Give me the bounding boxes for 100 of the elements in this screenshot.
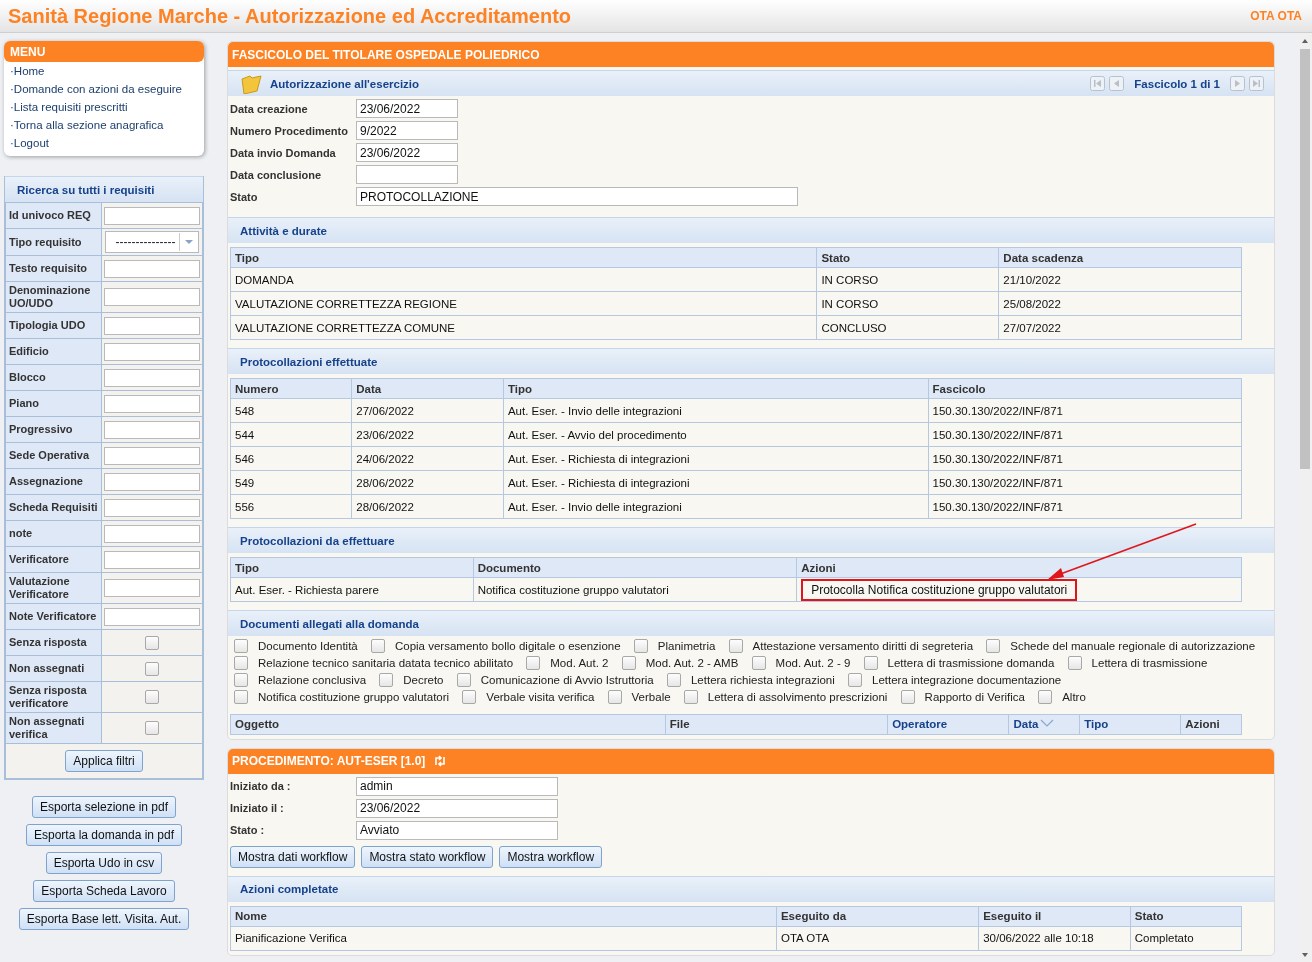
field-label: Iniziato il : [230,802,284,815]
filter-input[interactable] [104,420,200,439]
workflow-button[interactable]: Mostra stato workflow [361,845,494,868]
checkbox[interactable] [234,689,248,704]
checkbox[interactable] [234,672,248,687]
column-header[interactable]: Data [1008,714,1080,735]
filter-input[interactable] [104,472,200,491]
filter-label: Senza risposta [5,629,102,656]
checkbox[interactable] [526,655,541,670]
filter-input[interactable] [104,498,200,517]
table-cell: Pianificazione Verifica [230,926,777,951]
checkbox[interactable] [683,689,698,704]
checkbox[interactable] [145,690,159,704]
checkbox[interactable] [986,638,1001,653]
column-header: Numero [230,378,352,399]
workflow-button[interactable]: Mostra workflow [499,845,603,868]
filter-label: Id univoco REQ [5,202,102,229]
checkbox[interactable] [633,638,648,653]
export-button[interactable]: Esporta la domanda in pdf [25,824,183,846]
checkbox-label: Verbale visita verifica [486,690,595,703]
checkbox-label: Verbale [631,690,671,703]
filter-label: Valutazione Verificatore [5,572,102,604]
field-input[interactable]: 23/06/2022 [356,798,558,818]
table-cell: 24/06/2022 [351,446,504,471]
field-label: Data creazione [230,102,308,115]
checkbox[interactable] [145,721,159,735]
checkbox[interactable] [848,672,862,687]
field-input[interactable]: PROTOCOLLAZIONE [356,187,798,206]
table-cell: 28/06/2022 [351,470,504,495]
menu-link[interactable]: ·Domande con azioni da eseguire [4,80,204,98]
table-cell: Completato [1130,926,1242,951]
checkbox-label: Lettera integrazione documentazione [872,673,1062,686]
last-page-icon[interactable] [1249,76,1264,91]
column-header: Eseguito da [776,906,979,927]
checkbox[interactable] [863,655,878,670]
filter-input[interactable] [104,316,200,335]
checkbox[interactable] [1038,689,1053,704]
field-input[interactable]: 23/06/2022 [356,99,458,118]
checkbox[interactable] [234,638,248,653]
filter-input[interactable] [104,579,200,597]
export-button[interactable]: Esporta Udo in csv [45,852,163,874]
checkbox[interactable] [607,689,622,704]
filter-input[interactable] [104,368,200,387]
filter-input[interactable] [104,206,200,225]
field-input[interactable] [356,165,458,184]
filter-input[interactable] [104,288,200,306]
apply-filters-button[interactable]: Applica filtri [65,750,143,772]
checkbox[interactable] [379,672,394,687]
export-button[interactable]: Esporta Scheda Lavoro [33,880,175,902]
pager-label: Fascicolo 1 di 1 [1134,77,1220,90]
filter-label: Non assegnati [5,655,102,682]
checkbox-label: Lettera di assolvimento prescrizioni [707,690,888,703]
table-cell: IN CORSO [816,291,999,316]
checkbox[interactable] [462,689,477,704]
filter-input[interactable] [104,550,200,569]
refresh-icon[interactable] [433,754,448,769]
field-label: Stato [230,190,258,203]
menu-title: MENU [4,41,204,62]
checkbox[interactable] [666,672,681,687]
workflow-button[interactable]: Mostra dati workflow [230,845,356,868]
app-title: Sanità Regione Marche - Autorizzazione ed Accreditamento [8,4,572,28]
previous-page-icon[interactable] [1109,76,1125,91]
checkbox[interactable] [1067,655,1082,670]
filter-input[interactable] [104,524,200,543]
checkbox-label: Altro [1062,690,1086,703]
table-cell: Aut. Eser. - Richiesta di integrazioni [503,470,929,495]
field-input[interactable]: Avviato [356,820,558,840]
checkbox[interactable] [728,638,743,653]
menu-link[interactable]: ·Torna alla sezione anagrafica [4,116,204,134]
column-header[interactable]: Operatore [887,714,1009,735]
field-input[interactable]: admin [356,776,558,796]
checkbox[interactable] [900,689,915,704]
checkbox[interactable] [621,655,636,670]
checkbox[interactable] [145,635,159,650]
export-button[interactable]: Esporta selezione in pdf [31,796,177,818]
next-page-icon[interactable] [1230,76,1245,91]
checkbox[interactable] [145,661,159,676]
checkbox[interactable] [234,655,248,670]
field-input[interactable]: 9/2022 [356,121,458,140]
filter-select[interactable]: --------------- [105,231,199,253]
filter-input[interactable] [104,259,200,278]
filter-input[interactable] [104,342,200,361]
checkbox-label: Copia versamento bollo digitale o esenzione [394,640,621,652]
checkbox[interactable] [751,655,766,670]
filter-input[interactable] [104,607,200,626]
menu-link[interactable]: ·Home [4,62,204,80]
filter-input[interactable] [104,394,200,413]
menu-link[interactable]: ·Logout [4,134,204,152]
table-cell: 27/07/2022 [998,315,1242,340]
menu-link[interactable]: ·Lista requisiti prescritti [4,98,204,116]
export-button[interactable]: Esporta Base lett. Visita. Aut. [18,908,190,930]
checkbox[interactable] [456,672,471,687]
protocol-button[interactable]: Protocolla Notifica costituzione gruppo valutatori [801,578,1078,601]
first-page-icon[interactable] [1090,76,1106,91]
field-input[interactable]: 23/06/2022 [356,143,458,162]
filter-label: Piano [5,390,102,417]
filter-input[interactable] [104,446,200,465]
checkbox[interactable] [370,638,385,653]
column-header[interactable]: Tipo [1079,714,1181,735]
filter-label: Progressivo [5,416,102,443]
